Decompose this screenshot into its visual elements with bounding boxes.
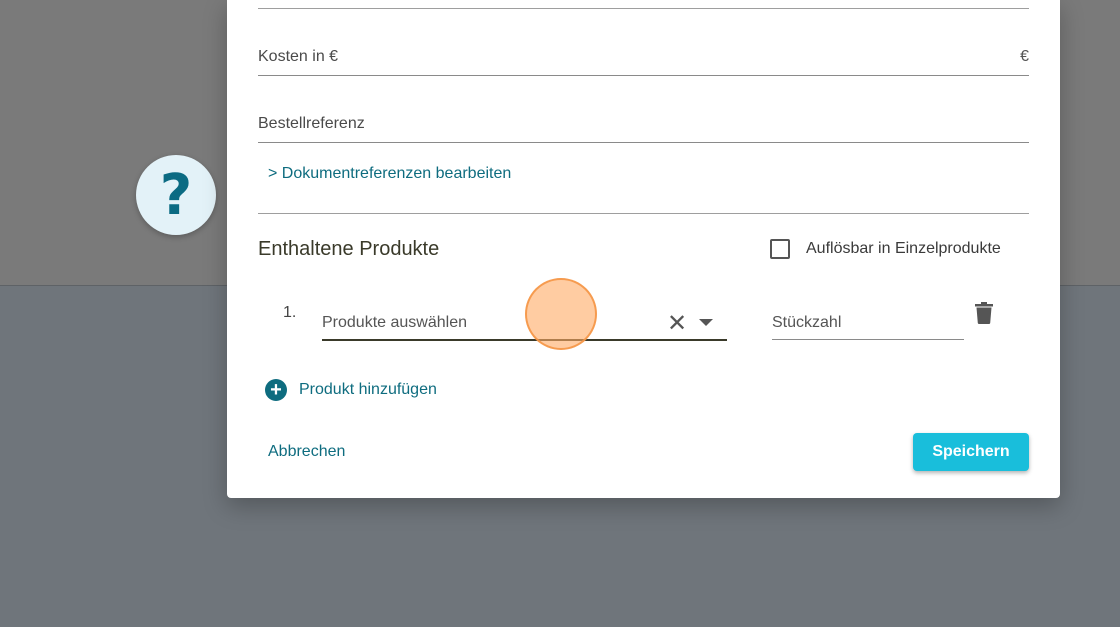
quantity-input[interactable]: Stückzahl [772,305,964,340]
cost-field-label: Kosten in € [258,48,339,65]
products-section-title: Enthaltene Produkte [258,238,440,260]
order-reference-field[interactable]: Bestellreferenz [258,112,1029,143]
help-button[interactable]: ? [136,155,216,235]
click-indicator [525,278,597,350]
resolvable-checkbox-label: Auflösbar in Einzelprodukte [806,240,1001,257]
section-divider [258,213,1029,214]
quantity-placeholder: Stückzahl [772,314,842,331]
order-reference-label: Bestellreferenz [258,115,365,132]
add-product-label: Produkt hinzufügen [299,381,437,398]
field-underline-top [258,8,1029,9]
edit-dialog: Kosten in € € Bestellreferenz > Dokument… [227,0,1060,498]
cancel-button[interactable]: Abbrechen [268,443,345,461]
help-icon: ? [159,162,193,228]
cost-field[interactable]: Kosten in € € [258,45,1029,76]
trash-icon[interactable] [975,302,993,324]
resolvable-checkbox-row[interactable]: Auflösbar in Einzelprodukte [770,239,1001,259]
save-button[interactable]: Speichern [913,433,1029,471]
resolvable-checkbox[interactable] [770,239,790,259]
close-icon[interactable]: ✕ [667,309,687,338]
product-select-placeholder: Produkte auswählen [322,314,467,331]
euro-suffix: € [1020,48,1029,65]
chevron-down-icon[interactable] [699,319,713,326]
product-row-index: 1. [283,304,297,321]
edit-document-references-link[interactable]: > Dokumentreferenzen bearbeiten [268,165,511,183]
plus-circle-icon: + [265,379,287,401]
add-product-button[interactable]: + Produkt hinzufügen [265,379,437,401]
